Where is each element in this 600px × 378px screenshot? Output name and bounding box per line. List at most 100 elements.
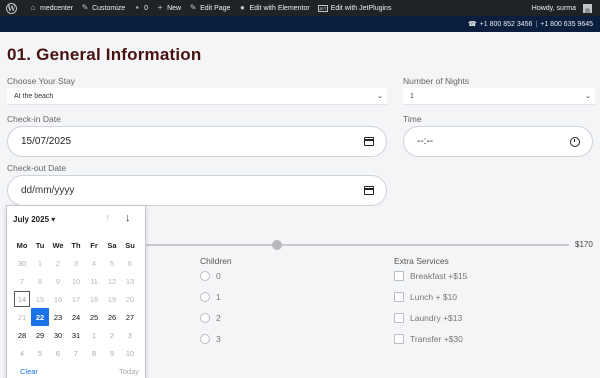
- time-label: Time: [403, 114, 422, 124]
- clear-button[interactable]: Clear: [20, 367, 38, 376]
- weekday-header: Tu: [35, 240, 45, 250]
- calendar-day[interactable]: 9: [103, 344, 121, 362]
- plus-icon: +: [157, 3, 163, 12]
- calendar-grid: Mo Tu We Th Fr Sa Su 30 1 2 3 4 5 6 7 8 …: [13, 236, 141, 362]
- calendar-day-today: 14: [13, 290, 31, 308]
- calendar-day[interactable]: 31: [67, 326, 85, 344]
- elementor-icon: ●: [240, 3, 245, 12]
- phone-icon: ☎: [467, 21, 477, 28]
- time-input[interactable]: --:--: [403, 126, 593, 157]
- calendar-day: 17: [71, 294, 81, 304]
- children-title: Children: [200, 256, 232, 266]
- calendar-day-selected[interactable]: 22: [31, 308, 49, 326]
- calendar-day: 21: [17, 312, 27, 322]
- weekday-header: Su: [125, 240, 135, 250]
- nights-select[interactable]: 1 ⌄: [403, 88, 595, 105]
- children-option-3[interactable]: 3: [200, 334, 221, 344]
- calendar-day: 30: [17, 258, 27, 268]
- wordpress-logo-button[interactable]: W: [0, 0, 25, 16]
- brush-icon: ✎: [81, 3, 89, 12]
- month-year-selector[interactable]: July 2025 ▾: [13, 215, 55, 224]
- radio-button[interactable]: [200, 271, 210, 281]
- radio-button[interactable]: [200, 313, 210, 323]
- extra-lunch[interactable]: Lunch + $10: [394, 292, 457, 302]
- calendar-day: 15: [35, 294, 45, 304]
- calendar-day: 10: [71, 276, 81, 286]
- calendar-day[interactable]: 2: [103, 326, 121, 344]
- calendar-icon[interactable]: [364, 137, 374, 146]
- phone-number-1[interactable]: +1 800 852 3456: [480, 21, 533, 28]
- calendar-day[interactable]: 29: [31, 326, 49, 344]
- comment-icon: ▪: [135, 3, 139, 12]
- calendar-day: 11: [90, 276, 98, 286]
- stay-select[interactable]: At the beach ⌄: [7, 88, 387, 105]
- edit-jetplugins-link[interactable]: JET Edit with JetPlugins: [314, 0, 396, 16]
- extra-laundry[interactable]: Laundry +$13: [394, 313, 462, 323]
- radio-button[interactable]: [200, 292, 210, 302]
- weekday-header: Mo: [16, 240, 28, 250]
- calendar-day[interactable]: 10: [121, 344, 139, 362]
- weekday-header: We: [52, 240, 64, 250]
- calendar-day: 6: [127, 258, 133, 268]
- checkout-date-input[interactable]: dd/mm/yyyy: [7, 175, 387, 206]
- calendar-day[interactable]: 27: [121, 308, 139, 326]
- calendar-day[interactable]: 8: [85, 344, 103, 362]
- new-content-link[interactable]: + New: [152, 0, 185, 16]
- extra-transfer[interactable]: Transfer +$30: [394, 334, 463, 344]
- contact-bar: ☎ +1 800 852 3456 | +1 800 635 9645: [0, 16, 600, 32]
- children-option-0[interactable]: 0: [200, 271, 221, 281]
- calendar-day: 12: [107, 276, 117, 286]
- calendar-icon[interactable]: [364, 186, 374, 195]
- user-avatar-icon[interactable]: [583, 3, 592, 13]
- calendar-day[interactable]: 28: [13, 326, 31, 344]
- next-month-arrow-icon[interactable]: ↓: [125, 212, 131, 224]
- calendar-day[interactable]: 23: [49, 308, 67, 326]
- edit-elementor-link[interactable]: ● Edit with Elementor: [234, 0, 313, 16]
- calendar-day: 20: [125, 294, 135, 304]
- calendar-day[interactable]: 3: [121, 326, 139, 344]
- calendar-day: 1: [37, 258, 43, 268]
- calendar-day: 2: [55, 258, 61, 268]
- customize-link[interactable]: ✎ Customize: [77, 0, 129, 16]
- checkin-label: Check-in Date: [7, 114, 61, 124]
- radio-button[interactable]: [200, 334, 210, 344]
- clock-icon[interactable]: [570, 137, 580, 147]
- weekday-header: Fr: [90, 240, 98, 250]
- phone-number-2[interactable]: +1 800 635 9645: [540, 21, 593, 28]
- checkbox[interactable]: [394, 271, 404, 281]
- today-button[interactable]: Today: [119, 367, 139, 376]
- checkout-label: Check-out Date: [7, 163, 67, 173]
- calendar-day[interactable]: 7: [67, 344, 85, 362]
- home-icon: ⌂: [30, 3, 36, 12]
- site-name-link[interactable]: ⌂ medcenter: [25, 0, 77, 16]
- calendar-day[interactable]: 24: [67, 308, 85, 326]
- price-slider-thumb[interactable]: [272, 240, 282, 250]
- howdy-user-link[interactable]: Howdy, surma: [528, 0, 580, 16]
- children-option-1[interactable]: 1: [200, 292, 221, 302]
- checkbox[interactable]: [394, 334, 404, 344]
- calendar-day[interactable]: 30: [49, 326, 67, 344]
- calendar-day: 4: [91, 258, 97, 268]
- extra-breakfast[interactable]: Breakfast +$15: [394, 271, 467, 281]
- price-slider-track[interactable]: [145, 244, 569, 246]
- stay-label: Choose Your Stay: [7, 76, 76, 86]
- calendar-day[interactable]: 26: [103, 308, 121, 326]
- calendar-day: 9: [55, 276, 61, 286]
- checkbox[interactable]: [394, 313, 404, 323]
- calendar-day[interactable]: 5: [31, 344, 49, 362]
- calendar-day: 18: [89, 294, 99, 304]
- datepicker-popup: July 2025 ▾ ↑ ↓ Mo Tu We Th Fr Sa Su 30 …: [6, 205, 146, 378]
- calendar-day[interactable]: 1: [85, 326, 103, 344]
- page-title: 01. General Information: [7, 45, 202, 64]
- calendar-day[interactable]: 6: [49, 344, 67, 362]
- weekday-header: Sa: [107, 240, 117, 250]
- calendar-day[interactable]: 25: [85, 308, 103, 326]
- children-option-2[interactable]: 2: [200, 313, 221, 323]
- edit-page-link[interactable]: ✎ Edit Page: [185, 0, 234, 16]
- checkin-date-input[interactable]: 15/07/2025: [7, 126, 387, 157]
- comments-link[interactable]: ▪ 0: [129, 0, 152, 16]
- checkbox[interactable]: [394, 292, 404, 302]
- previous-month-arrow-icon[interactable]: ↑: [105, 212, 111, 224]
- calendar-day[interactable]: 4: [13, 344, 31, 362]
- wordpress-icon: W: [6, 2, 17, 14]
